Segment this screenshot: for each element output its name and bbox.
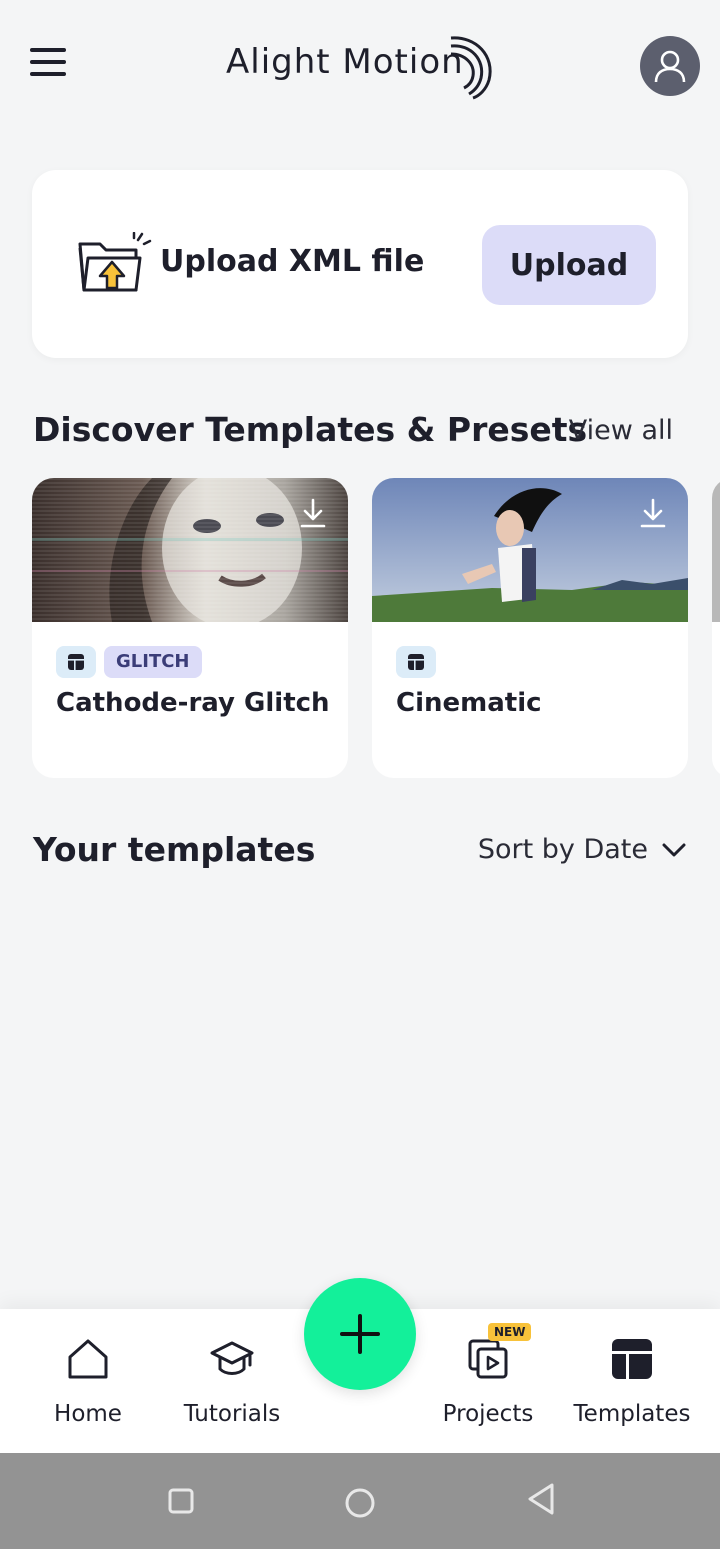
templates-icon [612, 1339, 652, 1379]
view-all-link[interactable]: View all [569, 415, 673, 446]
template-icon [68, 654, 84, 670]
home-circle-icon[interactable] [344, 1487, 376, 1519]
nav-label-home: Home [54, 1401, 122, 1427]
user-avatar-button[interactable] [640, 36, 700, 96]
sort-label: Sort by Date [477, 834, 648, 865]
upload-button[interactable]: Upload [482, 225, 656, 305]
template-name: Cathode-ray Glitch [56, 688, 330, 718]
nav-item-home[interactable]: Home [28, 1309, 148, 1453]
template-card-cathode-ray-glitch[interactable]: GLITCH Cathode-ray Glitch [32, 478, 348, 778]
your-templates-title: Your templates [33, 830, 316, 869]
download-icon[interactable] [300, 498, 326, 528]
chevron-down-icon [662, 843, 686, 856]
nav-label-templates: Templates [573, 1401, 691, 1427]
sort-by-date-button[interactable]: Sort by Date [478, 834, 686, 865]
nav-item-projects[interactable]: NEW Projects [428, 1309, 548, 1453]
folder-upload-icon [78, 232, 152, 292]
download-icon[interactable] [640, 498, 666, 528]
template-card-cinematic[interactable]: Cinematic [372, 478, 688, 778]
create-new-fab-button[interactable] [304, 1278, 416, 1390]
template-icon [408, 654, 424, 670]
nav-label-projects: Projects [442, 1401, 534, 1427]
app-logo: Alight Motion [226, 32, 506, 102]
template-card-peek[interactable] [712, 478, 720, 778]
projects-icon [468, 1339, 508, 1379]
upload-xml-card: Upload XML file Upload [32, 170, 688, 358]
app-header: Alight Motion [0, 0, 720, 134]
template-type-badge [396, 646, 436, 678]
template-meta [396, 646, 436, 678]
nav-item-tutorials[interactable]: Tutorials [172, 1309, 292, 1453]
logo-swoosh-icon [450, 36, 492, 100]
plus-icon [340, 1314, 380, 1354]
template-meta: GLITCH [56, 646, 202, 678]
back-icon[interactable] [524, 1481, 556, 1517]
nav-item-templates[interactable]: Templates [566, 1309, 698, 1453]
home-icon [68, 1339, 108, 1379]
new-badge: NEW [488, 1323, 532, 1341]
template-type-badge [56, 646, 96, 678]
discover-section-title: Discover Templates & Presets [33, 410, 588, 449]
user-icon [654, 50, 686, 83]
nav-label-tutorials: Tutorials [183, 1401, 281, 1427]
graduation-cap-icon [210, 1341, 254, 1375]
upload-xml-title: Upload XML file [160, 244, 425, 279]
hamburger-menu-icon[interactable] [30, 48, 70, 84]
recent-apps-icon[interactable] [167, 1487, 195, 1515]
system-navigation-bar [0, 1453, 720, 1549]
template-name: Cinematic [396, 688, 542, 718]
template-tag-badge: GLITCH [104, 646, 202, 678]
logo-text: Alight Motion [226, 42, 464, 82]
